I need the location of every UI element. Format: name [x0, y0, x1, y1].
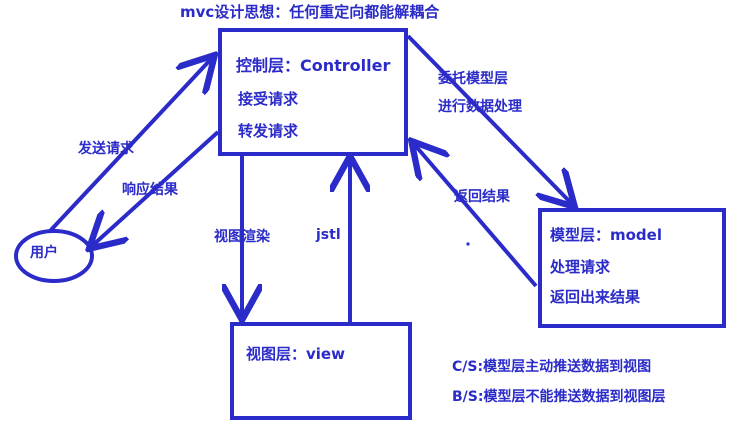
model-line-return: 返回出来结果 [550, 288, 641, 306]
model-line-process: 处理请求 [550, 258, 611, 276]
jstl-label: jstl [316, 227, 341, 243]
diagram-title: mvc设计思想：任何重定向都能解耦合 [180, 3, 440, 21]
return-result-label: 返回结果 [454, 189, 510, 205]
return-arrow [414, 144, 538, 288]
cs-note: C/S:模型层主动推送数据到视图 [452, 359, 652, 375]
controller-title: 控制层：Controller [236, 56, 391, 75]
controller-line-receive: 接受请求 [238, 90, 299, 108]
view-box [230, 322, 412, 420]
delegate-label-line2: 进行数据处理 [438, 99, 522, 115]
response-label: 响应结果 [122, 182, 178, 198]
stray-dot [466, 242, 470, 246]
controller-line-forward: 转发请求 [238, 122, 299, 140]
delegate-arrow [406, 34, 572, 204]
view-title: 视图层：view [246, 345, 345, 363]
delegate-label-line1: 委托模型层 [438, 71, 508, 87]
user-label: 用户 [30, 245, 58, 261]
mvc-diagram: mvc设计思想：任何重定向都能解耦合 控制层：Controller 接受请求 转… [0, 0, 742, 431]
send-request-label: 发送请求 [78, 141, 134, 157]
bs-note: B/S:模型层不能推送数据到视图层 [452, 389, 666, 405]
model-title: 模型层：model [550, 226, 662, 244]
render-label: 视图渲染 [214, 229, 270, 245]
